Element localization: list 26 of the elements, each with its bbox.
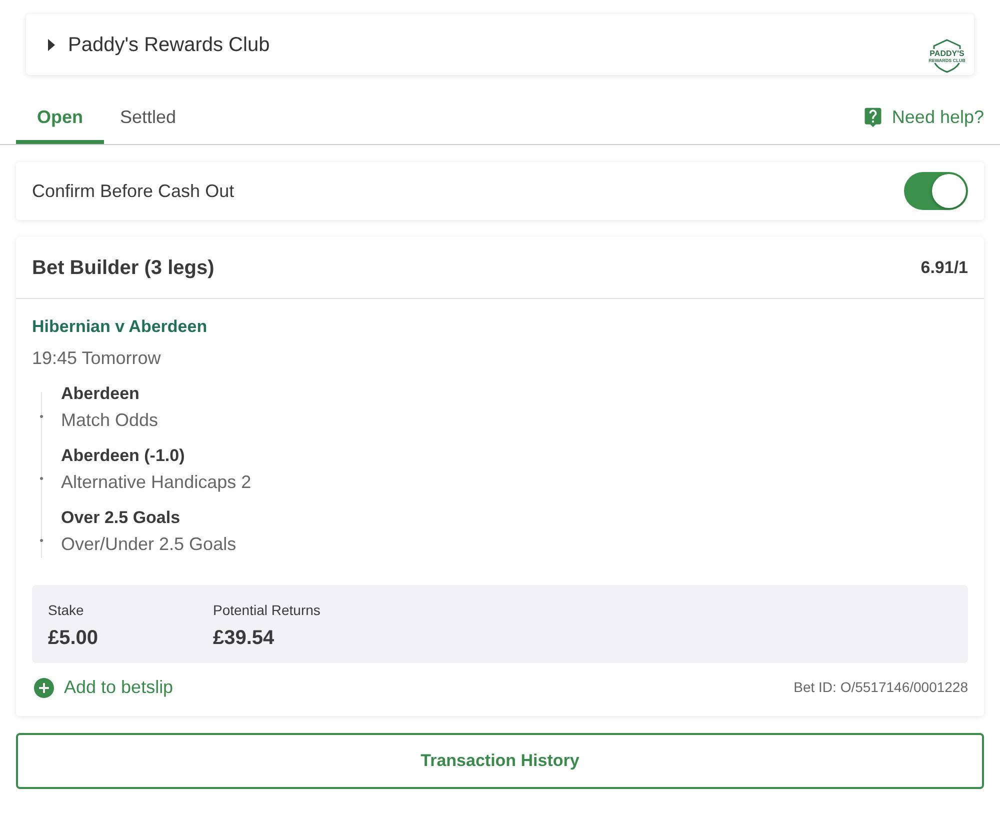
- returns-amount: £39.54: [213, 626, 274, 651]
- logo-text: PADDY'S: [928, 49, 966, 58]
- rewards-club-title: Paddy's Rewards Club: [68, 32, 270, 58]
- leg-selection: Aberdeen: [61, 383, 140, 405]
- transaction-history-button[interactable]: Transaction History: [16, 733, 984, 789]
- add-to-betslip-button[interactable]: Add to betslip: [32, 674, 174, 701]
- tab[interactable]: Open: [16, 90, 104, 144]
- leg-selection: Aberdeen (-1.0): [61, 445, 185, 467]
- leg-market: Alternative Handicaps 2: [61, 471, 252, 494]
- plus-icon: [32, 676, 56, 700]
- event-start-time: 19:45 Tomorrow: [32, 347, 161, 370]
- setting-label: Confirm Before Cash Out: [32, 180, 234, 202]
- toggle-knob: [932, 174, 966, 208]
- tab[interactable]: Settled: [104, 90, 192, 144]
- stake-label: Stake: [48, 601, 84, 619]
- event-name[interactable]: Hibernian v Aberdeen: [32, 315, 208, 339]
- toggle-switch[interactable]: [904, 172, 968, 210]
- help-link[interactable]: Need help?: [862, 90, 984, 144]
- leg-market: Match Odds: [61, 409, 158, 432]
- stake-amount: £5.00: [48, 626, 98, 651]
- leg-market: Over/Under 2.5 Goals: [61, 533, 236, 556]
- leg-selection: Over 2.5 Goals: [61, 507, 180, 529]
- bet-id: Bet ID: O/5517146/0001228: [794, 678, 968, 697]
- bet-title: Bet Builder (3 legs): [32, 256, 214, 280]
- returns-label: Potential Returns: [213, 601, 320, 619]
- bet-odds: 6.91/1: [920, 256, 968, 279]
